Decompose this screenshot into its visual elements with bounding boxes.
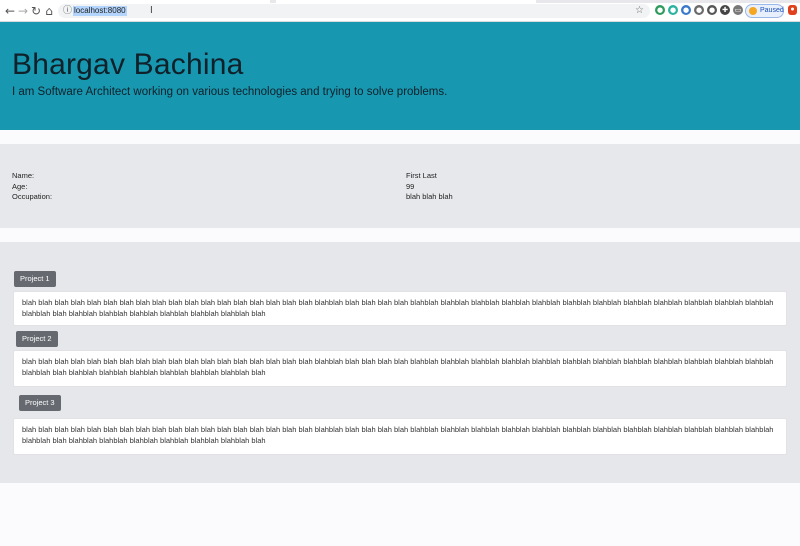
project-3-card: blah blah blah blah blah blah blah blah …	[13, 418, 787, 455]
project-2-card: blah blah blah blah blah blah blah blah …	[13, 350, 787, 387]
back-arrow-icon[interactable]: ←	[3, 3, 17, 19]
profile-info-panel: Name: Age: Occupation: First Last 99 bla…	[0, 144, 800, 228]
name-label: Name:	[12, 171, 35, 180]
name-value: First Last	[406, 171, 437, 180]
occupation-value: blah blah blah	[406, 192, 453, 201]
url-text[interactable]: localhost:8080	[73, 6, 127, 16]
age-label: Age:	[12, 181, 28, 191]
puzzle-extensions-icon[interactable]: ✚	[720, 5, 730, 15]
extension-icon[interactable]: ●	[707, 5, 717, 15]
avatar	[749, 7, 757, 15]
project-1-card: blah blah blah blah blah blah blah blah …	[13, 291, 787, 326]
cast-icon[interactable]: ▭	[733, 5, 743, 15]
page-subtitle: I am Software Architect working on vario…	[12, 86, 448, 98]
profile-labels: Name: Age: Occupation:	[12, 171, 52, 203]
project-2-button[interactable]: Project 2	[16, 331, 58, 347]
reload-icon[interactable]: ↻	[29, 3, 43, 19]
forward-arrow-icon[interactable]: →	[16, 3, 30, 19]
age-value: 99	[406, 181, 415, 191]
occupation-label: Occupation:	[12, 192, 53, 201]
extension-icon[interactable]: ●	[655, 5, 665, 15]
extension-icon[interactable]: ●	[681, 5, 691, 15]
projects-section: Project 1 blah blah blah blah blah blah …	[0, 242, 800, 483]
page-title: Bhargav Bachina	[12, 48, 244, 81]
project-1-button[interactable]: Project 1	[14, 271, 56, 287]
tab-inactive[interactable]	[276, 0, 536, 3]
browser-shield-icon[interactable]: ●	[788, 5, 797, 15]
extension-icon[interactable]: ●	[694, 5, 704, 15]
hero-banner: Bhargav Bachina I am Software Architect …	[0, 22, 800, 130]
browser-toolbar: ← → ↻ ⌂ ⓘ localhost:8080 I ☆ ● ● ● ● ● ✚…	[0, 0, 800, 22]
project-3-button[interactable]: Project 3	[19, 395, 61, 411]
address-bar[interactable]: ⓘ localhost:8080 I ☆	[58, 4, 650, 18]
bookmark-star-icon[interactable]: ☆	[635, 4, 644, 18]
profile-status-label: Paused	[760, 7, 784, 14]
extension-icon[interactable]: ●	[668, 5, 678, 15]
tab-strip	[0, 0, 800, 3]
home-icon[interactable]: ⌂	[42, 3, 56, 19]
profile-values: First Last 99 blah blah blah	[406, 171, 453, 203]
profile-button[interactable]: Paused	[745, 4, 784, 18]
text-cursor-icon: I	[150, 5, 153, 16]
site-info-icon[interactable]: ⓘ	[63, 4, 72, 18]
